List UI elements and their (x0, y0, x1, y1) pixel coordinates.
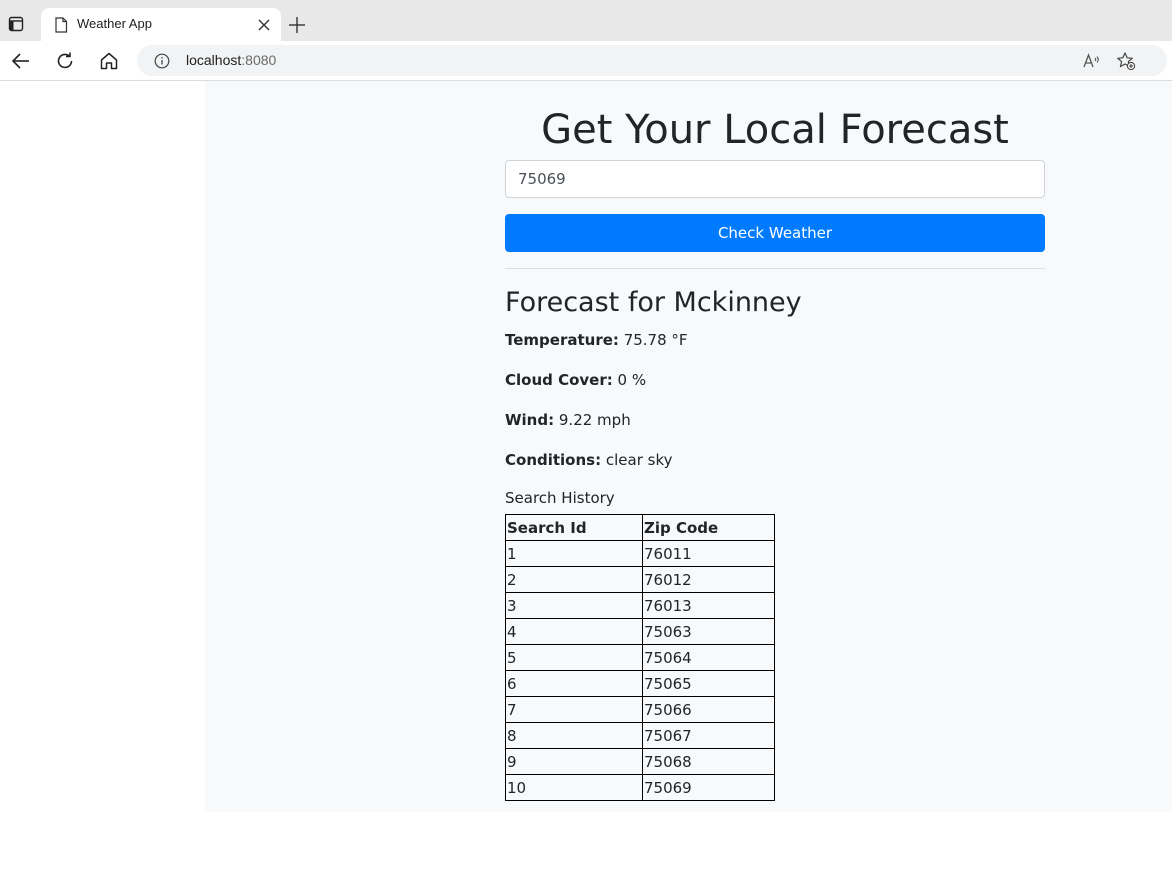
read-aloud-icon[interactable] (1081, 51, 1101, 71)
conditions-label: Conditions: (505, 451, 602, 469)
table-row: 9 75068 (505, 748, 775, 775)
zip-code-cell: 75066 (642, 696, 775, 723)
close-icon[interactable] (257, 18, 271, 32)
conditions-stat: Conditions: clear sky (505, 450, 673, 470)
table-row: 3 76013 (505, 592, 775, 619)
zip-code-cell: 75065 (642, 670, 775, 697)
back-arrow-icon[interactable] (10, 50, 32, 72)
add-favorite-icon[interactable] (1116, 51, 1136, 71)
table-row: 1 76011 (505, 540, 775, 567)
page-viewport: Get Your Local Forecast Check Weather Fo… (0, 81, 1172, 886)
tab-title: Weather App (77, 16, 152, 31)
search-id-cell: 2 (505, 566, 643, 593)
window-menu-icon[interactable] (8, 16, 24, 32)
search-history-table: Search Id Zip Code 1 76011 2 76012 3 76013 … (505, 514, 775, 801)
plus-icon[interactable] (287, 15, 307, 35)
wind-stat: Wind: 9.22 mph (505, 410, 631, 430)
conditions-value: clear sky (605, 451, 673, 469)
url-text[interactable]: localhost:8080 (186, 52, 276, 68)
address-bar[interactable]: localhost:8080 (137, 45, 1167, 76)
table-row: 2 76012 (505, 566, 775, 593)
search-id-cell: 10 (505, 774, 643, 801)
zip-code-input[interactable] (505, 160, 1045, 198)
table-header-row: Search Id Zip Code (505, 514, 775, 541)
search-id-cell: 9 (505, 748, 643, 775)
zip-code-cell: 76012 (642, 566, 775, 593)
check-weather-button[interactable]: Check Weather (505, 214, 1045, 252)
app-background: Get Your Local Forecast Check Weather Fo… (205, 81, 1172, 812)
temperature-value: 75.78 °F (623, 331, 688, 349)
table-row: 4 75063 (505, 618, 775, 645)
search-history-label: Search History (505, 489, 615, 507)
search-id-cell: 4 (505, 618, 643, 645)
url-host: localhost (186, 52, 242, 68)
column-header-search-id: Search Id (505, 514, 643, 541)
cloud-cover-value: 0 % (617, 371, 647, 389)
table-row: 7 75066 (505, 696, 775, 723)
wind-label: Wind: (505, 411, 555, 429)
search-id-cell: 7 (505, 696, 643, 723)
url-port: :8080 (241, 52, 277, 68)
cloud-cover-label: Cloud Cover: (505, 371, 613, 389)
browser-tab[interactable]: Weather App (41, 8, 281, 41)
home-icon[interactable] (98, 50, 120, 72)
zip-code-cell: 75064 (642, 644, 775, 671)
search-id-cell: 8 (505, 722, 643, 749)
zip-code-cell: 75067 (642, 722, 775, 749)
page-icon (55, 17, 68, 33)
search-id-cell: 3 (505, 592, 643, 619)
table-row: 8 75067 (505, 722, 775, 749)
table-row: 10 75069 (505, 774, 775, 801)
browser-tabstrip: Weather App (0, 0, 1172, 41)
zip-code-cell: 75063 (642, 618, 775, 645)
temperature-stat: Temperature: 75.78 °F (505, 330, 688, 350)
reload-icon[interactable] (54, 50, 76, 72)
cloud-cover-stat: Cloud Cover: 0 % (505, 370, 646, 390)
browser-toolbar: localhost:8080 (0, 41, 1172, 112)
zip-code-cell: 75069 (642, 774, 775, 801)
forecast-heading: Forecast for Mckinney (505, 287, 802, 318)
search-id-cell: 6 (505, 670, 643, 697)
temperature-label: Temperature: (505, 331, 619, 349)
search-id-cell: 5 (505, 644, 643, 671)
table-row: 5 75064 (505, 644, 775, 671)
divider (505, 268, 1045, 269)
zip-code-cell: 76013 (642, 592, 775, 619)
zip-code-cell: 75068 (642, 748, 775, 775)
page-title: Get Your Local Forecast (541, 107, 1009, 153)
search-id-cell: 1 (505, 540, 643, 567)
wind-value: 9.22 mph (558, 411, 631, 429)
zip-code-cell: 76011 (642, 540, 775, 567)
table-row: 6 75065 (505, 670, 775, 697)
column-header-zip-code: Zip Code (642, 514, 775, 541)
info-icon[interactable] (154, 53, 170, 69)
